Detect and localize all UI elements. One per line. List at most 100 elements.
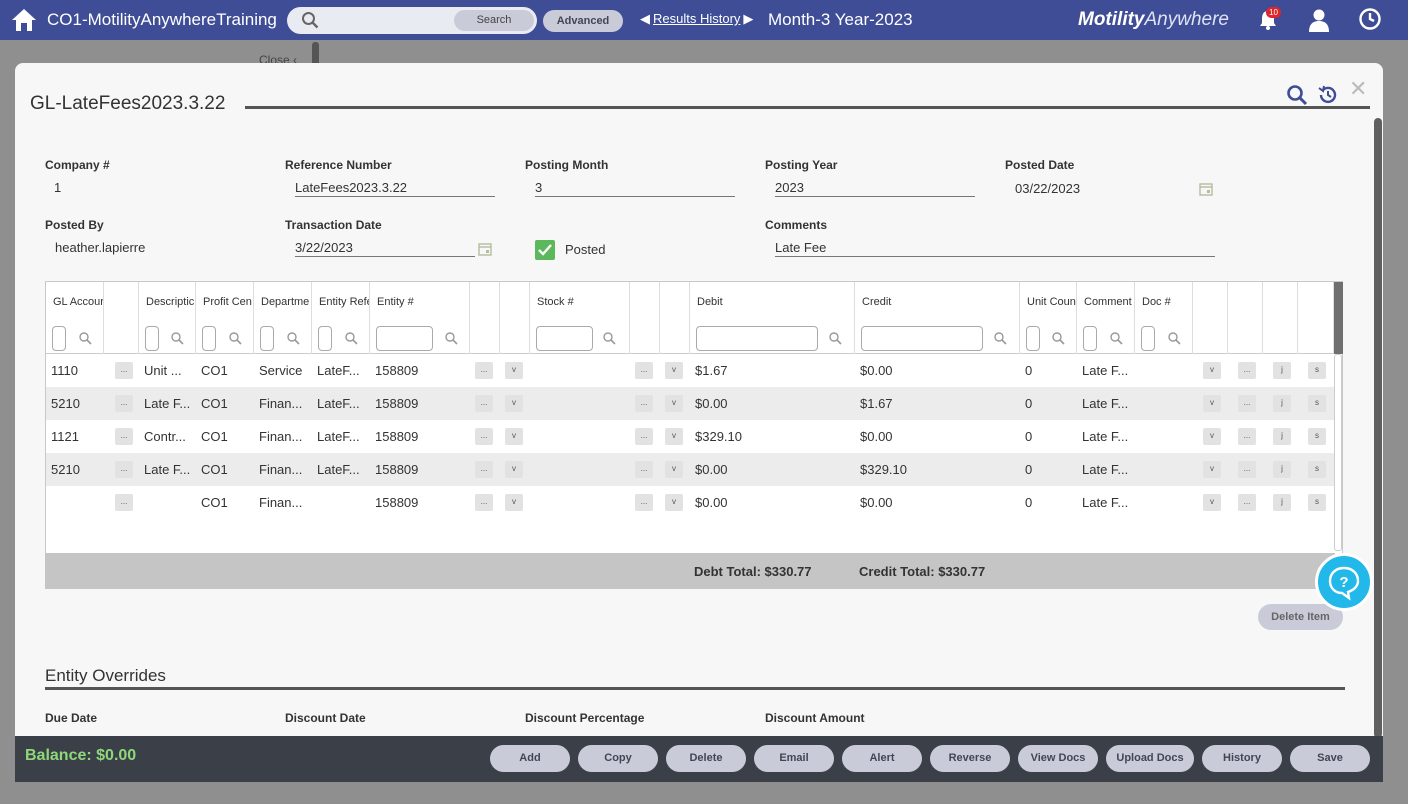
stock-lookup-button[interactable]: ... bbox=[635, 395, 653, 412]
history-button[interactable]: History bbox=[1202, 745, 1282, 772]
advanced-search-button[interactable]: Advanced bbox=[543, 10, 623, 32]
stock-lookup-button[interactable]: ... bbox=[635, 428, 653, 445]
search-button[interactable]: Search bbox=[454, 10, 534, 31]
stock-view-button[interactable]: v bbox=[665, 428, 683, 445]
stock-view-button[interactable]: v bbox=[665, 395, 683, 412]
search-icon[interactable] bbox=[1167, 331, 1181, 345]
col-doc-number[interactable]: Doc # bbox=[1135, 282, 1193, 354]
entity-lookup-button[interactable]: ... bbox=[475, 428, 493, 445]
col-entity-number[interactable]: Entity # bbox=[370, 282, 470, 354]
transaction-date-field[interactable]: 3/22/2023 bbox=[295, 240, 353, 255]
global-search-box[interactable]: Search bbox=[287, 7, 537, 34]
entity-lookup-button[interactable]: ... bbox=[475, 494, 493, 511]
row-journal-button[interactable]: j bbox=[1273, 428, 1291, 445]
search-icon[interactable] bbox=[828, 331, 842, 345]
col-gl-account[interactable]: GL Accour bbox=[46, 282, 104, 354]
search-icon[interactable] bbox=[170, 331, 184, 345]
gl-lookup-button[interactable]: ... bbox=[115, 362, 133, 379]
debit-filter-input[interactable] bbox=[696, 326, 818, 351]
grid-body-scrollbar[interactable] bbox=[1334, 354, 1342, 551]
unit-count-filter-input[interactable] bbox=[1026, 326, 1040, 351]
alert-button[interactable]: Alert bbox=[842, 745, 922, 772]
col-description[interactable]: Descriptic bbox=[139, 282, 196, 354]
description-filter-input[interactable] bbox=[145, 326, 159, 351]
stock-lookup-button[interactable]: ... bbox=[635, 494, 653, 511]
row-split-button[interactable]: s bbox=[1308, 428, 1326, 445]
row-split-button[interactable]: s bbox=[1308, 395, 1326, 412]
gl-lookup-button[interactable]: ... bbox=[115, 461, 133, 478]
search-icon[interactable] bbox=[444, 331, 458, 345]
history-icon[interactable] bbox=[1317, 84, 1339, 106]
clock-icon[interactable] bbox=[1358, 7, 1382, 31]
stock-number-filter-input[interactable] bbox=[536, 326, 593, 351]
results-history-link[interactable]: Results History bbox=[653, 11, 740, 26]
row-view-button[interactable]: v bbox=[1203, 494, 1221, 511]
gl-lookup-button[interactable]: ... bbox=[115, 395, 133, 412]
row-view-button[interactable]: v bbox=[1203, 362, 1221, 379]
entity-number-filter-input[interactable] bbox=[376, 326, 433, 351]
col-comment[interactable]: Comment bbox=[1077, 282, 1135, 354]
credit-filter-input[interactable] bbox=[861, 326, 983, 351]
row-more-button[interactable]: ... bbox=[1238, 362, 1256, 379]
email-button[interactable]: Email bbox=[754, 745, 834, 772]
view-docs-button[interactable]: View Docs bbox=[1018, 745, 1098, 772]
entity-lookup-button[interactable]: ... bbox=[475, 461, 493, 478]
stock-view-button[interactable]: v bbox=[665, 461, 683, 478]
calendar-icon[interactable] bbox=[478, 242, 492, 256]
next-result-arrow[interactable]: ▶ bbox=[743, 11, 753, 26]
row-more-button[interactable]: ... bbox=[1238, 428, 1256, 445]
table-row[interactable]: 5210Late F...CO1Finan...LateF...158809$0… bbox=[46, 387, 1334, 420]
profit-center-filter-input[interactable] bbox=[202, 326, 216, 351]
col-profit-center[interactable]: Profit Cen bbox=[196, 282, 254, 354]
reference-number-field[interactable]: LateFees2023.3.22 bbox=[295, 180, 407, 195]
col-entity-reference[interactable]: Entity Refe bbox=[312, 282, 370, 354]
copy-button[interactable]: Copy bbox=[578, 745, 658, 772]
search-icon[interactable] bbox=[993, 331, 1007, 345]
search-icon[interactable] bbox=[228, 331, 242, 345]
stock-lookup-button[interactable]: ... bbox=[635, 461, 653, 478]
reverse-button[interactable]: Reverse bbox=[930, 745, 1010, 772]
posting-year-field[interactable]: 2023 bbox=[775, 180, 804, 195]
row-view-button[interactable]: v bbox=[1203, 395, 1221, 412]
posting-month-field[interactable]: 3 bbox=[535, 180, 542, 195]
grid-header-scrollbar[interactable] bbox=[1334, 282, 1343, 354]
row-view-button[interactable]: v bbox=[1203, 461, 1221, 478]
search-icon[interactable] bbox=[78, 331, 92, 345]
row-view-button[interactable]: v bbox=[1203, 428, 1221, 445]
search-icon[interactable] bbox=[286, 331, 300, 345]
stock-lookup-button[interactable]: ... bbox=[635, 362, 653, 379]
calendar-icon[interactable] bbox=[1199, 182, 1213, 196]
comment-filter-input[interactable] bbox=[1083, 326, 1097, 351]
comments-field[interactable]: Late Fee bbox=[775, 240, 826, 255]
department-filter-input[interactable] bbox=[260, 326, 274, 351]
entity-view-button[interactable]: v bbox=[505, 461, 523, 478]
table-row[interactable]: CO1Finan...158809$0.00$0.000Late F......… bbox=[46, 486, 1334, 519]
prev-result-arrow[interactable]: ◀ bbox=[640, 11, 650, 26]
entity-view-button[interactable]: v bbox=[505, 395, 523, 412]
row-journal-button[interactable]: j bbox=[1273, 362, 1291, 379]
row-more-button[interactable]: ... bbox=[1238, 494, 1256, 511]
search-icon[interactable] bbox=[1286, 84, 1308, 106]
gl-account-filter-input[interactable] bbox=[52, 326, 66, 351]
save-button[interactable]: Save bbox=[1290, 745, 1370, 772]
entity-lookup-button[interactable]: ... bbox=[475, 395, 493, 412]
entity-view-button[interactable]: v bbox=[505, 428, 523, 445]
modal-scrollbar[interactable] bbox=[1374, 118, 1382, 738]
doc-number-filter-input[interactable] bbox=[1141, 326, 1155, 351]
entity-lookup-button[interactable]: ... bbox=[475, 362, 493, 379]
entity-view-button[interactable]: v bbox=[505, 494, 523, 511]
row-split-button[interactable]: s bbox=[1308, 494, 1326, 511]
entity-view-button[interactable]: v bbox=[505, 362, 523, 379]
gl-lookup-button[interactable]: ... bbox=[115, 428, 133, 445]
col-department[interactable]: Departme bbox=[254, 282, 312, 354]
upload-docs-button[interactable]: Upload Docs bbox=[1106, 745, 1194, 772]
row-split-button[interactable]: s bbox=[1308, 362, 1326, 379]
table-row[interactable]: 1121Contr...CO1Finan...LateF...158809$32… bbox=[46, 420, 1334, 453]
close-icon[interactable]: ✕ bbox=[1349, 78, 1367, 100]
table-row[interactable]: 5210Late F...CO1Finan...LateF...158809$0… bbox=[46, 453, 1334, 486]
row-journal-button[interactable]: j bbox=[1273, 395, 1291, 412]
row-split-button[interactable]: s bbox=[1308, 461, 1326, 478]
user-icon[interactable] bbox=[1307, 7, 1331, 33]
stock-view-button[interactable]: v bbox=[665, 362, 683, 379]
col-stock-number[interactable]: Stock # bbox=[530, 282, 630, 354]
